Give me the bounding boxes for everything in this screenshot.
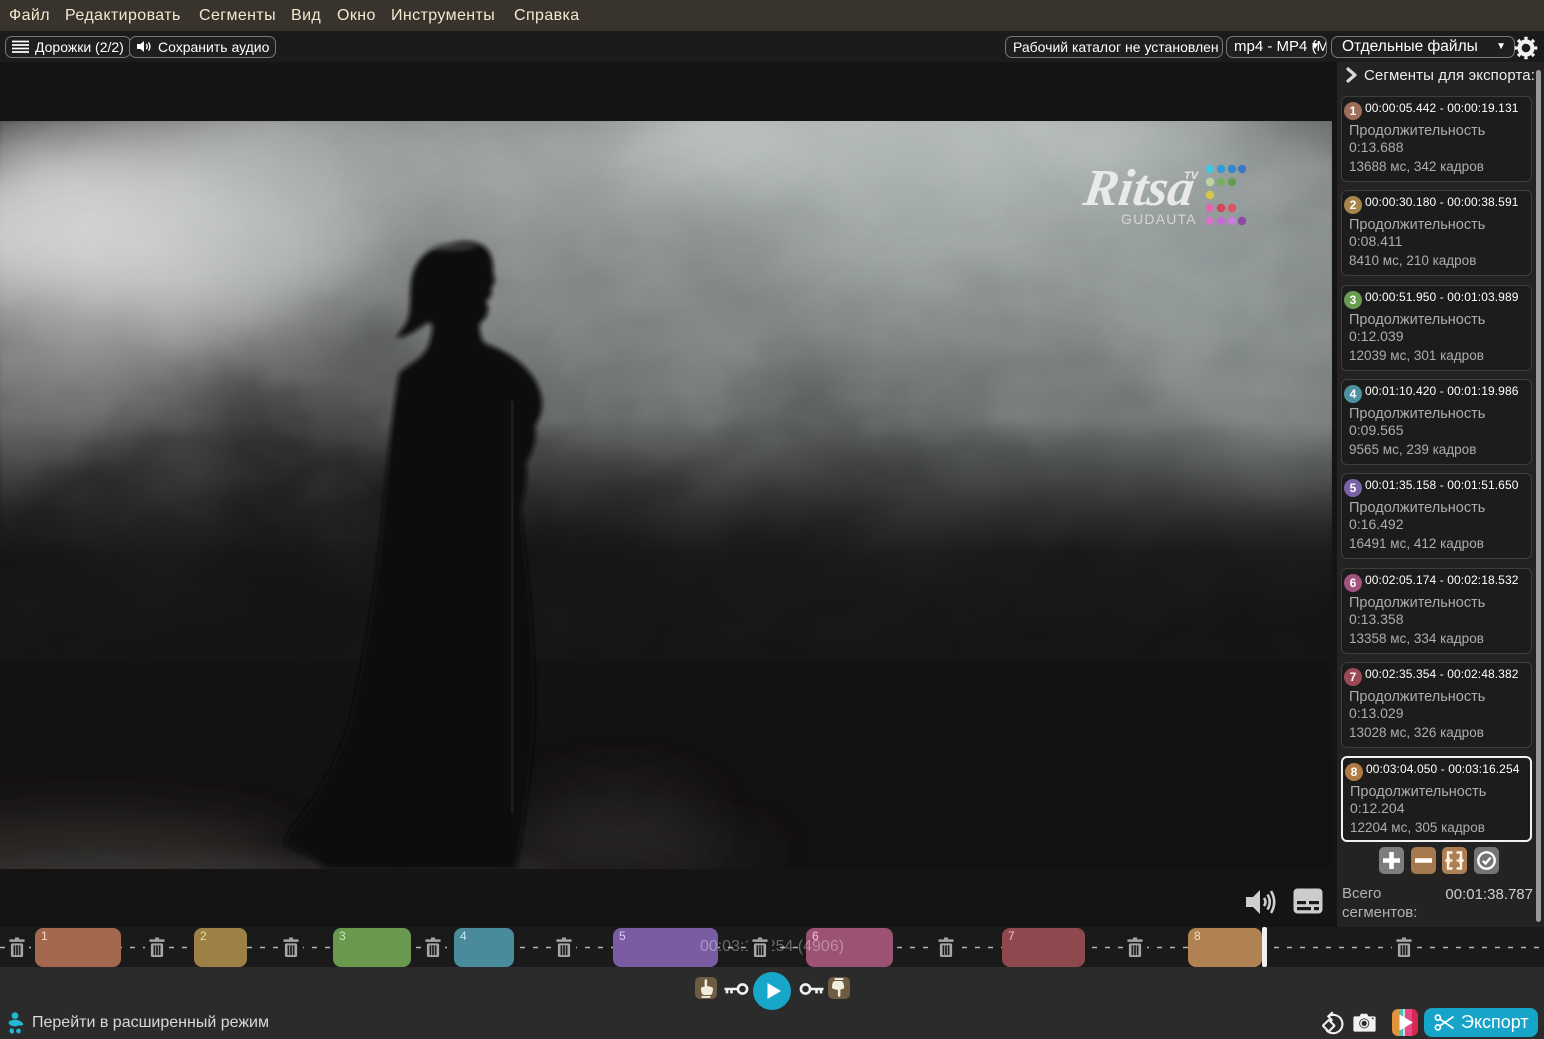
svg-text:TV: TV bbox=[1184, 170, 1200, 182]
svg-text:GUDAUTA: GUDAUTA bbox=[1121, 211, 1197, 227]
svg-text:Ritsa: Ritsa bbox=[1079, 159, 1198, 217]
